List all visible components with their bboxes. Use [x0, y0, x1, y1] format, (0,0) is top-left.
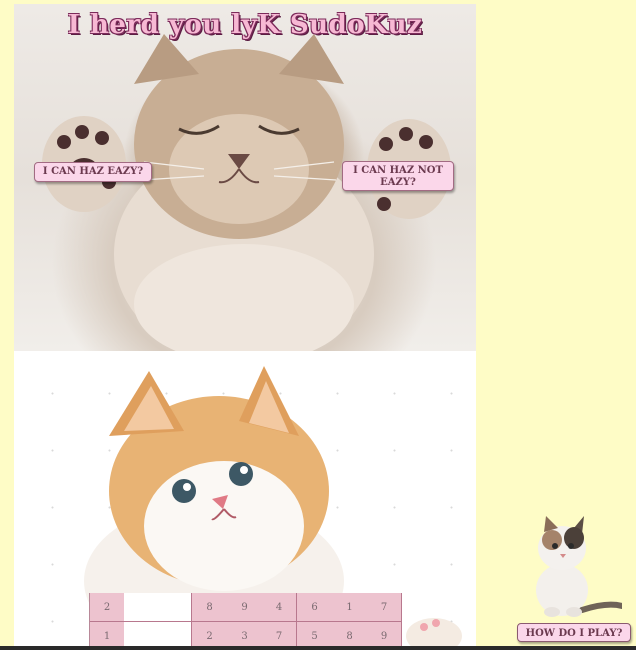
sudoku-cell[interactable]: 9	[227, 593, 262, 621]
bottom-divider	[0, 646, 636, 650]
mini-kitten-image	[536, 516, 622, 617]
sudoku-cell[interactable]: 7	[367, 593, 402, 621]
sudoku-cell[interactable]	[158, 621, 192, 649]
sudoku-cell[interactable]: 7	[262, 621, 297, 649]
sudoku-cell[interactable]: 9	[367, 621, 402, 649]
page-title: I herd you lyK SudoKuz	[67, 10, 423, 40]
sudoku-cell[interactable]: 4	[262, 593, 297, 621]
sudoku-cell[interactable]: 8	[332, 621, 367, 649]
sudoku-cell[interactable]: 5	[297, 621, 332, 649]
easy-mode-button[interactable]: I CAN HAZ EAZY?	[34, 162, 152, 182]
sudoku-cell[interactable]: 2	[192, 621, 227, 649]
hard-mode-button[interactable]: I CAN HAZ NOT EAZY?	[342, 161, 454, 191]
sudoku-cell[interactable]	[124, 593, 158, 621]
sudoku-cell[interactable]: 3	[227, 621, 262, 649]
how-to-play-button[interactable]: HOW DO I PLAY?	[517, 623, 631, 642]
hero-kitten-image: I herd you lyK SudoKuz I CAN HAZ EAZY? I…	[14, 4, 476, 351]
sudoku-cell[interactable]	[158, 593, 192, 621]
sudoku-cell[interactable]	[124, 621, 158, 649]
sudoku-cell[interactable]: 6	[297, 593, 332, 621]
sudoku-cell[interactable]: 1	[332, 593, 367, 621]
sudoku-cell[interactable]: 1	[90, 621, 124, 649]
sudoku-grid: 28946171237589	[89, 593, 402, 649]
sudoku-cell[interactable]: 8	[192, 593, 227, 621]
sudoku-cell[interactable]: 2	[90, 593, 124, 621]
